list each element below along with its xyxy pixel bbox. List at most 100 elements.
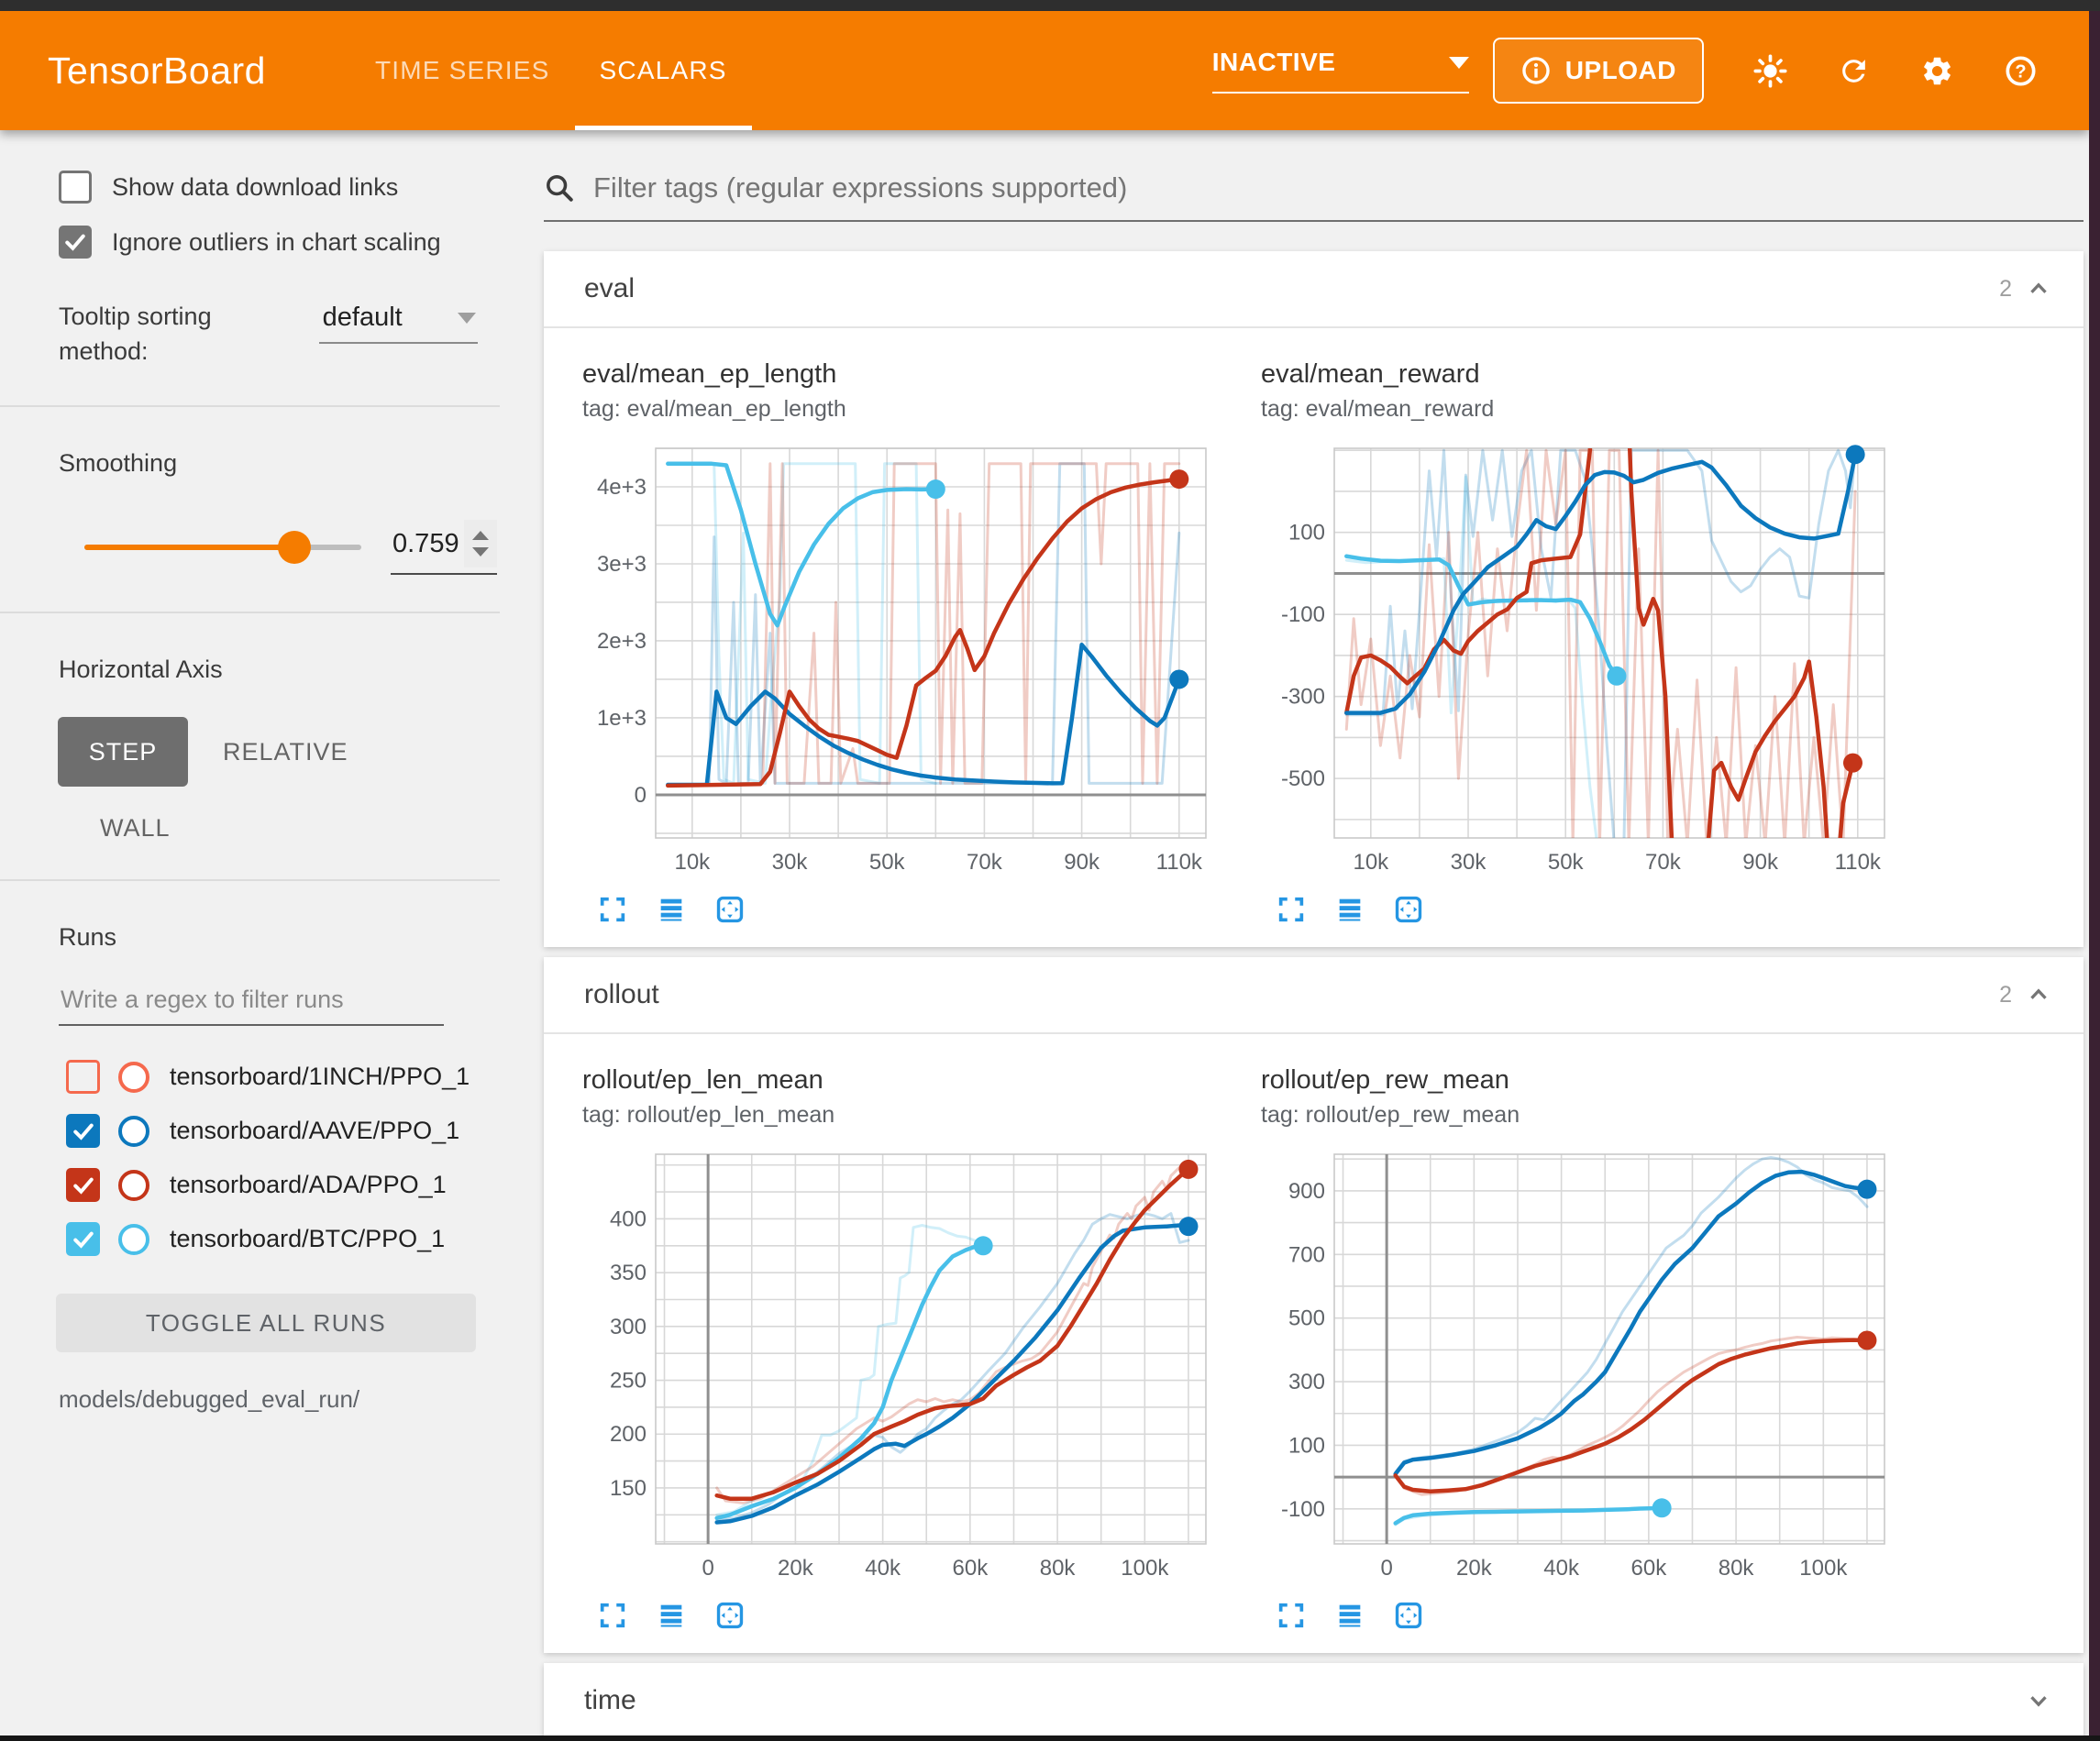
chart-canvas[interactable]: 020k40k60k80k100k-100100300500700900 bbox=[1261, 1143, 1894, 1588]
tag-filter-input[interactable] bbox=[591, 171, 2083, 205]
run-label: tensorboard/ADA/PPO_1 bbox=[170, 1171, 447, 1199]
expand-chart-icon[interactable] bbox=[597, 894, 628, 925]
tab-scalars[interactable]: SCALARS bbox=[575, 11, 752, 130]
status-dropdown[interactable]: INACTIVE bbox=[1212, 48, 1469, 94]
window-edge-strip bbox=[2089, 11, 2100, 1741]
data-table-icon[interactable] bbox=[1334, 1600, 1365, 1631]
data-table-icon[interactable] bbox=[656, 1600, 687, 1631]
smoothing-slider-knob[interactable] bbox=[278, 531, 311, 564]
section-chart-count: 2 bbox=[1999, 982, 2012, 1008]
svg-text:100: 100 bbox=[1288, 521, 1325, 545]
run-row[interactable]: tensorboard/AAVE/PPO_1 bbox=[66, 1104, 500, 1158]
smoothing-value-input[interactable] bbox=[391, 528, 464, 560]
svg-text:20k: 20k bbox=[778, 1556, 814, 1581]
svg-text:900: 900 bbox=[1288, 1179, 1325, 1204]
smoothing-label: Smoothing bbox=[59, 449, 500, 478]
page-layout: Show data download links Ignore outliers… bbox=[0, 130, 2089, 1735]
smoothing-control-row bbox=[84, 520, 500, 575]
run-checkbox[interactable] bbox=[66, 1222, 100, 1256]
pan-zoom-icon[interactable] bbox=[1393, 894, 1424, 925]
section-header-time[interactable]: time bbox=[544, 1663, 2083, 1735]
run-checkbox[interactable] bbox=[66, 1114, 100, 1148]
tab-bar: TIME SERIES SCALARS bbox=[350, 11, 752, 130]
help-icon[interactable]: ? bbox=[2004, 54, 2038, 88]
run-checkbox[interactable] bbox=[66, 1060, 100, 1094]
brightness-icon[interactable] bbox=[1753, 54, 1787, 88]
run-row[interactable]: tensorboard/1INCH/PPO_1 bbox=[66, 1050, 500, 1104]
chart-toolbar bbox=[597, 894, 1222, 925]
axis-relative-button[interactable]: RELATIVE bbox=[223, 738, 348, 766]
chart-canvas[interactable]: 10k30k50k70k90k110k01e+32e+33e+34e+3 bbox=[582, 437, 1215, 882]
smoothing-stepper[interactable] bbox=[464, 520, 497, 567]
run-color-circle[interactable] bbox=[118, 1170, 149, 1201]
chart-canvas[interactable]: 10k30k50k70k90k110k100-100-300-500 bbox=[1261, 437, 1894, 882]
runs-filter-input[interactable] bbox=[59, 985, 444, 1015]
runs-section-label: Runs bbox=[59, 923, 500, 952]
tooltip-sorting-dropdown[interactable]: default bbox=[319, 299, 478, 344]
svg-text:10k: 10k bbox=[1353, 850, 1389, 875]
ignore-outliers-checkbox[interactable] bbox=[59, 226, 92, 259]
run-color-circle[interactable] bbox=[118, 1116, 149, 1147]
svg-text:30k: 30k bbox=[772, 850, 809, 875]
refresh-icon[interactable] bbox=[1837, 54, 1871, 88]
svg-text:40k: 40k bbox=[1543, 1556, 1580, 1581]
smoothing-slider-fill bbox=[84, 545, 293, 550]
svg-text:700: 700 bbox=[1288, 1242, 1325, 1267]
svg-text:?: ? bbox=[2015, 61, 2026, 82]
svg-text:0: 0 bbox=[1380, 1556, 1392, 1581]
show-download-links-checkbox[interactable] bbox=[59, 171, 92, 204]
section-header-eval[interactable]: eval 2 bbox=[544, 251, 2083, 326]
svg-text:200: 200 bbox=[610, 1422, 647, 1447]
pan-zoom-icon[interactable] bbox=[714, 1600, 746, 1631]
svg-text:300: 300 bbox=[1288, 1370, 1325, 1394]
chart-canvas[interactable]: 020k40k60k80k100k150200250300350400 bbox=[582, 1143, 1215, 1588]
svg-text:100k: 100k bbox=[1799, 1556, 1848, 1581]
stepper-down-icon bbox=[472, 547, 489, 556]
info-icon bbox=[1520, 55, 1552, 86]
section-header-rollout[interactable]: rollout 2 bbox=[544, 957, 2083, 1032]
svg-text:60k: 60k bbox=[953, 1556, 989, 1581]
run-color-circle[interactable] bbox=[118, 1062, 149, 1093]
chevron-up-icon[interactable] bbox=[2025, 275, 2052, 303]
data-table-icon[interactable] bbox=[656, 894, 687, 925]
axis-wall-button[interactable]: WALL bbox=[100, 814, 500, 843]
svg-text:-100: -100 bbox=[1281, 1497, 1325, 1522]
tab-time-series[interactable]: TIME SERIES bbox=[350, 11, 575, 130]
run-row[interactable]: tensorboard/ADA/PPO_1 bbox=[66, 1158, 500, 1212]
run-row[interactable]: tensorboard/BTC/PPO_1 bbox=[66, 1212, 500, 1266]
run-label: tensorboard/1INCH/PPO_1 bbox=[170, 1063, 470, 1091]
pan-zoom-icon[interactable] bbox=[714, 894, 746, 925]
expand-chart-icon[interactable] bbox=[1276, 1600, 1307, 1631]
toggle-all-runs-button[interactable]: TOGGLE ALL RUNS bbox=[56, 1294, 476, 1352]
upload-button[interactable]: UPLOAD bbox=[1493, 38, 1704, 104]
svg-text:20k: 20k bbox=[1456, 1556, 1493, 1581]
sidebar-divider bbox=[0, 405, 500, 407]
chart-tag: tag: eval/mean_reward bbox=[1261, 396, 1901, 423]
chevron-down-icon bbox=[1449, 57, 1469, 69]
expand-chart-icon[interactable] bbox=[597, 1600, 628, 1631]
data-table-icon[interactable] bbox=[1334, 894, 1365, 925]
chevron-down-icon[interactable] bbox=[2025, 1687, 2052, 1714]
smoothing-slider[interactable] bbox=[84, 545, 361, 550]
svg-text:-300: -300 bbox=[1281, 685, 1325, 710]
chart-tag: tag: rollout/ep_rew_mean bbox=[1261, 1102, 1901, 1129]
expand-chart-icon[interactable] bbox=[1276, 894, 1307, 925]
sidebar-divider bbox=[0, 879, 500, 881]
section-title: time bbox=[584, 1685, 636, 1716]
svg-text:300: 300 bbox=[610, 1315, 647, 1339]
svg-text:80k: 80k bbox=[1040, 1556, 1077, 1581]
chevron-down-icon bbox=[458, 313, 476, 324]
axis-step-button[interactable]: STEP bbox=[58, 717, 188, 787]
ignore-outliers-label: Ignore outliers in chart scaling bbox=[112, 228, 441, 257]
run-checkbox[interactable] bbox=[66, 1168, 100, 1202]
pan-zoom-icon[interactable] bbox=[1393, 1600, 1424, 1631]
settings-gear-icon[interactable] bbox=[1920, 54, 1954, 88]
svg-text:-500: -500 bbox=[1281, 766, 1325, 791]
chart-tag: tag: rollout/ep_len_mean bbox=[582, 1102, 1222, 1129]
chevron-up-icon[interactable] bbox=[2025, 981, 2052, 1008]
chart-title: eval/mean_ep_length bbox=[582, 359, 1222, 390]
svg-text:1e+3: 1e+3 bbox=[597, 706, 647, 731]
dashboard-main: eval 2 eval/mean_ep_length tag: eval/mea… bbox=[500, 130, 2089, 1735]
app-header: TensorBoard TIME SERIES SCALARS INACTIVE… bbox=[0, 11, 2089, 130]
run-color-circle[interactable] bbox=[118, 1224, 149, 1255]
